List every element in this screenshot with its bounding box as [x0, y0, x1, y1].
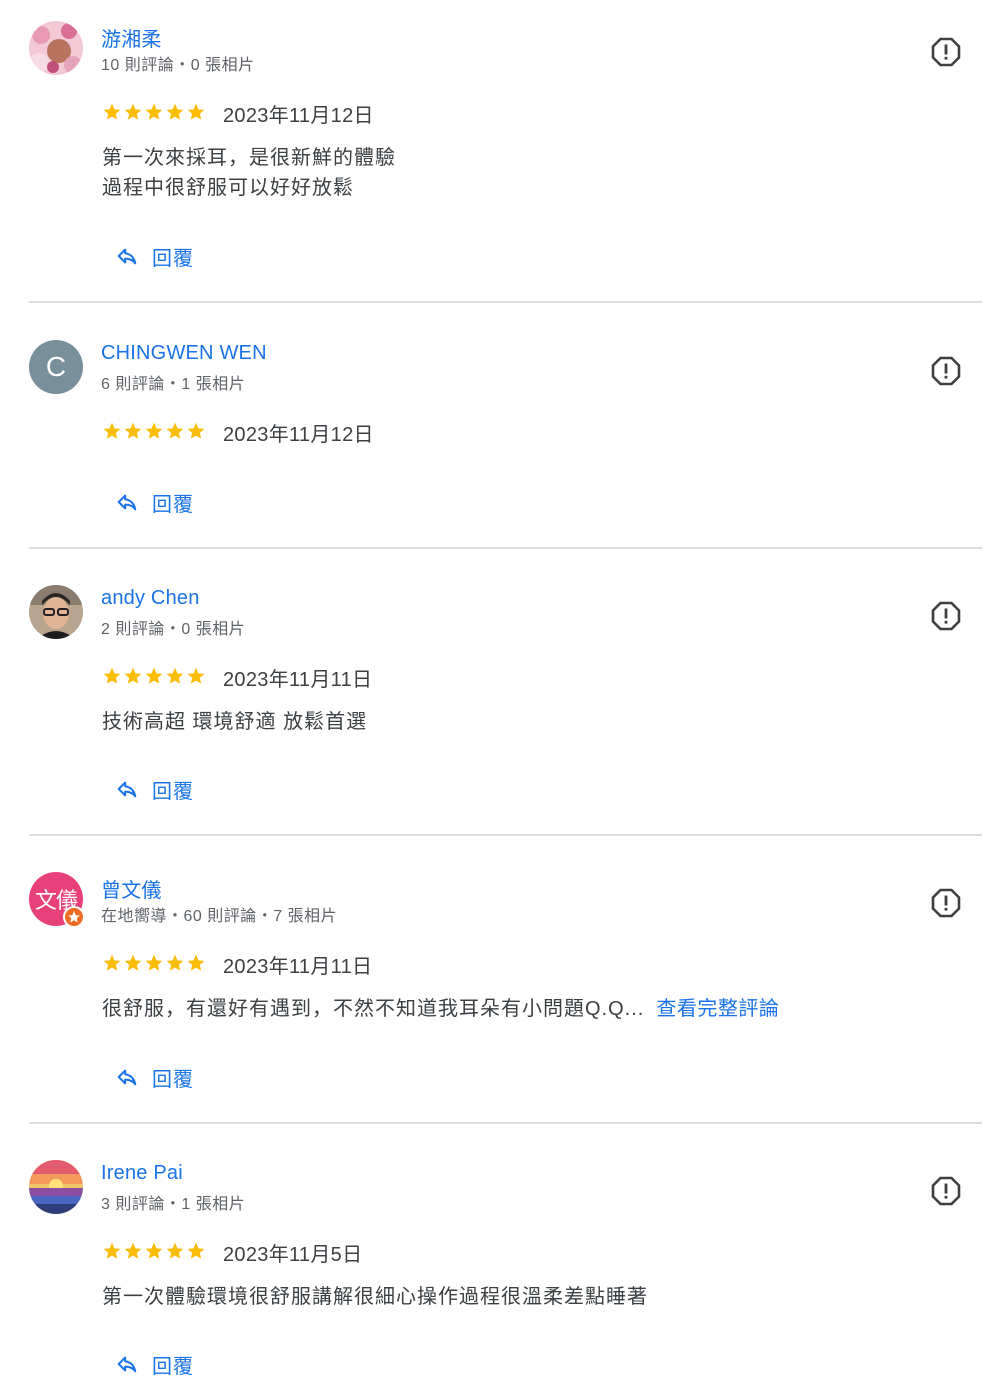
review-text: 第一次來採耳，是很新鮮的體驗 過程中很舒服可以好好放鬆 — [102, 147, 396, 199]
reviewer-meta: 在地嚮導・60 則評論・7 張相片 — [101, 908, 338, 925]
report-flag-icon[interactable] — [931, 601, 961, 631]
star-icon — [166, 1242, 184, 1259]
star-rating — [102, 953, 206, 973]
review-date: 2023年11月5日 — [223, 1244, 363, 1266]
local-guide-star-icon — [63, 906, 85, 928]
avatar[interactable] — [29, 1160, 83, 1214]
reviewer-meta: 2 則評論・0 張相片 — [101, 621, 246, 638]
star-icon — [103, 954, 121, 971]
review-date: 2023年11月11日 — [223, 956, 373, 978]
reply-button[interactable]: 回覆 — [116, 1349, 194, 1379]
star-rating — [102, 421, 206, 441]
reviewer-meta: 10 則評論・0 張相片 — [101, 57, 255, 74]
star-icon — [103, 422, 121, 439]
reply-arrow-icon — [117, 1069, 137, 1086]
report-flag-icon[interactable] — [931, 1176, 961, 1206]
review-text: 第一次體驗環境很舒服講解很細心操作過程很溫柔差點睡著 — [102, 1286, 648, 1308]
review-text-body: 很舒服，有還好有遇到，不然不知道我耳朵有小問題Q.Q... — [102, 998, 645, 1020]
star-icon — [187, 422, 205, 439]
see-full-review-link[interactable]: 查看完整評論 — [656, 998, 779, 1020]
divider — [29, 301, 982, 303]
divider — [29, 547, 982, 549]
star-icon — [103, 1242, 121, 1259]
star-rating — [102, 1241, 206, 1261]
star-icon — [166, 954, 184, 971]
star-icon — [166, 667, 184, 684]
avatar-letter: C — [45, 351, 67, 382]
divider — [29, 1122, 982, 1124]
review-date: 2023年11月12日 — [223, 424, 374, 446]
reply-button[interactable]: 回覆 — [116, 241, 194, 271]
avatar[interactable]: C — [29, 340, 83, 394]
star-icon — [166, 422, 184, 439]
reply-label: 回覆 — [152, 1068, 194, 1091]
star-icon — [124, 1242, 142, 1259]
report-flag-icon[interactable] — [931, 37, 961, 67]
reply-arrow-icon — [117, 248, 137, 265]
star-rating — [102, 102, 206, 122]
star-icon — [103, 103, 121, 120]
review-text: 很舒服，有還好有遇到，不然不知道我耳朵有小問題Q.Q... 查看完整評論 — [102, 994, 779, 1024]
reply-label: 回覆 — [152, 1355, 194, 1378]
review-date: 2023年11月12日 — [223, 105, 374, 127]
reviewer-name[interactable]: 游湘柔 — [101, 23, 162, 52]
star-icon — [145, 422, 163, 439]
star-icon — [124, 667, 142, 684]
reply-arrow-icon — [117, 781, 137, 798]
star-icon — [103, 667, 121, 684]
reviewer-meta: 3 則評論・1 張相片 — [101, 1196, 246, 1213]
avatar[interactable] — [29, 21, 83, 75]
reviewer-name[interactable]: andy Chen — [101, 587, 200, 610]
reply-arrow-icon — [117, 494, 137, 511]
reply-arrow-icon — [117, 1356, 137, 1373]
star-icon — [124, 954, 142, 971]
star-icon — [145, 667, 163, 684]
reply-button[interactable]: 回覆 — [116, 1062, 194, 1092]
reviewer-name[interactable]: 曾文儀 — [101, 874, 162, 903]
divider — [29, 834, 982, 836]
report-flag-icon[interactable] — [931, 356, 961, 386]
star-rating — [102, 666, 206, 686]
reply-label: 回覆 — [152, 493, 194, 516]
report-flag-icon[interactable] — [931, 888, 961, 918]
reply-label: 回覆 — [152, 247, 194, 270]
star-icon — [124, 422, 142, 439]
avatar[interactable]: 文儀 — [29, 872, 85, 928]
star-icon — [145, 1242, 163, 1259]
reviewer-meta: 6 則評論・1 張相片 — [101, 376, 246, 393]
star-icon — [187, 954, 205, 971]
reviewer-name[interactable]: CHINGWEN WEN — [101, 342, 267, 365]
star-icon — [187, 103, 205, 120]
star-icon — [145, 954, 163, 971]
reply-button[interactable]: 回覆 — [116, 774, 194, 804]
review-text: 技術高超 環境舒適 放鬆首選 — [102, 711, 368, 733]
reply-label: 回覆 — [152, 780, 194, 803]
reply-button[interactable]: 回覆 — [116, 487, 194, 517]
reviewer-name[interactable]: Irene Pai — [101, 1162, 183, 1185]
star-icon — [145, 103, 163, 120]
review-date: 2023年11月11日 — [223, 669, 373, 691]
star-icon — [124, 103, 142, 120]
star-icon — [187, 667, 205, 684]
star-icon — [187, 1242, 205, 1259]
star-icon — [166, 103, 184, 120]
avatar[interactable] — [29, 585, 83, 639]
